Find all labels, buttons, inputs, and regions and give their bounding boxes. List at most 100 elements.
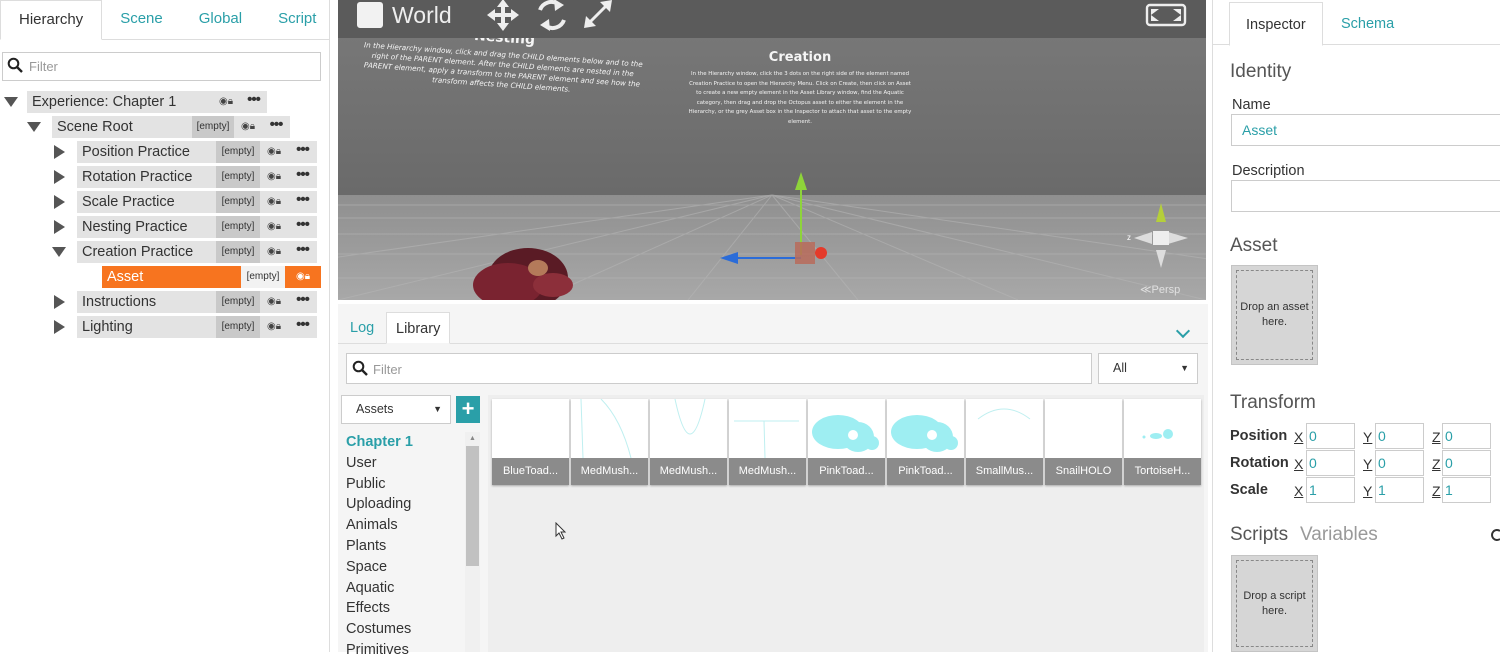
asset-card[interactable]: MedMush... [650, 399, 727, 485]
visibility-lock-icon[interactable]: ◉🔒︎ [234, 116, 262, 138]
visibility-lock-icon[interactable]: ◉🔒︎ [260, 191, 288, 213]
tree-row-nesting-practice[interactable]: Nesting Practice [empty] ◉🔒︎ ••• [0, 216, 330, 238]
tree-row-scale-practice[interactable]: Scale Practice [empty] ◉🔒︎ ••• [0, 191, 330, 213]
tab-library[interactable]: Library [386, 312, 451, 344]
category-scrollbar[interactable]: ▲ [465, 432, 480, 652]
tree-item-label[interactable]: Scene Root [52, 116, 192, 138]
category-item[interactable]: Chapter 1 [346, 432, 464, 453]
more-options-icon[interactable]: ••• [288, 141, 317, 163]
name-field[interactable]: Asset [1231, 114, 1500, 146]
tree-item-label[interactable]: Nesting Practice [77, 216, 216, 238]
more-options-icon[interactable]: ••• [262, 116, 290, 138]
tab-log[interactable]: Log [350, 312, 374, 344]
visibility-lock-icon[interactable]: ◉🔒︎ [260, 241, 288, 263]
category-item[interactable]: Space [346, 557, 464, 578]
visibility-lock-icon[interactable]: ◉🔒︎ [260, 166, 288, 188]
asset-card[interactable]: MedMush... [571, 399, 648, 485]
tab-global[interactable]: Global [181, 0, 260, 39]
add-asset-button[interactable]: + [456, 396, 480, 423]
visibility-lock-icon[interactable]: ◉🔒︎ [260, 291, 288, 313]
category-item[interactable]: Uploading [346, 494, 464, 515]
category-item[interactable]: Costumes [346, 619, 464, 640]
tree-item-label[interactable]: Asset [102, 266, 241, 288]
category-item[interactable]: Primitives [346, 640, 464, 661]
tree-item-label[interactable]: Position Practice [77, 141, 216, 163]
visibility-lock-icon[interactable]: ◉🔒︎ [212, 91, 240, 113]
tab-script[interactable]: Script [260, 0, 334, 39]
asset-type-select[interactable]: Assets ▼ [341, 395, 451, 424]
asset-drop-zone[interactable]: Drop an asset here. [1231, 265, 1318, 365]
position-y-input[interactable]: 0 [1375, 423, 1424, 449]
scale-y-input[interactable]: 1 [1375, 477, 1424, 503]
more-options-icon[interactable]: ••• [288, 216, 317, 238]
scroll-up-icon[interactable]: ▲ [469, 435, 476, 442]
more-options-icon[interactable]: ••• [288, 316, 317, 338]
tab-variables[interactable]: Variables [1300, 524, 1378, 546]
visibility-lock-icon[interactable]: ◉🔒︎ [285, 266, 321, 288]
asset-card[interactable]: PinkToad... [808, 399, 885, 485]
tree-item-label[interactable]: Instructions [77, 291, 216, 313]
category-item[interactable]: Aquatic [346, 578, 464, 599]
scope-select[interactable]: All ▼ [1098, 353, 1198, 384]
tab-inspector[interactable]: Inspector [1229, 2, 1323, 46]
tree-row-position-practice[interactable]: Position Practice [empty] ◉🔒︎ ••• [0, 141, 330, 163]
scale-x-input[interactable]: 1 [1306, 477, 1355, 503]
more-options-icon[interactable]: ••• [240, 91, 267, 113]
collapse-arrow-icon[interactable] [52, 247, 66, 257]
tree-row-experience[interactable]: Experience: Chapter 1 ◉🔒︎ ••• [0, 91, 330, 113]
category-item[interactable]: Animals [346, 515, 464, 536]
rotate-tool-icon[interactable] [534, 0, 570, 32]
category-item[interactable]: Effects [346, 598, 464, 619]
rotation-z-input[interactable]: 0 [1442, 450, 1491, 476]
asset-card[interactable]: TortoiseH... [1124, 399, 1201, 485]
category-item[interactable]: User [346, 453, 464, 474]
chevron-down-icon[interactable] [1175, 323, 1191, 339]
more-options-icon[interactable]: ••• [288, 191, 317, 213]
world-checkbox[interactable] [357, 2, 383, 28]
position-x-input[interactable]: 0 [1306, 423, 1355, 449]
expand-arrow-icon[interactable] [54, 295, 65, 309]
visibility-lock-icon[interactable]: ◉🔒︎ [260, 141, 288, 163]
refresh-icon[interactable] [1491, 528, 1500, 542]
category-item[interactable]: Plants [346, 536, 464, 557]
rotation-x-input[interactable]: 0 [1306, 450, 1355, 476]
asset-card[interactable]: SnailHOLO [1045, 399, 1122, 485]
description-field[interactable] [1231, 180, 1500, 212]
expand-arrow-icon[interactable] [54, 195, 65, 209]
tab-hierarchy[interactable]: Hierarchy [0, 0, 103, 40]
fullscreen-icon[interactable] [1144, 2, 1188, 28]
hierarchy-filter-input[interactable]: Filter [2, 52, 321, 81]
tree-row-scene-root[interactable]: Scene Root [empty] ◉🔒︎ ••• [0, 116, 330, 138]
expand-arrow-icon[interactable] [54, 220, 65, 234]
scene-viewport[interactable]: Nesting In the Hierarchy window, click a… [338, 0, 1206, 300]
expand-arrow-icon[interactable] [54, 320, 65, 334]
tab-scene[interactable]: Scene [102, 0, 181, 39]
tree-item-label[interactable]: Scale Practice [77, 191, 216, 213]
tab-scripts[interactable]: Scripts [1230, 524, 1288, 546]
expand-arrow-icon[interactable] [54, 170, 65, 184]
tree-row-rotation-practice[interactable]: Rotation Practice [empty] ◉🔒︎ ••• [0, 166, 330, 188]
asset-card[interactable]: BlueToad... [492, 399, 569, 485]
scale-z-input[interactable]: 1 [1442, 477, 1491, 503]
category-item[interactable]: Public [346, 474, 464, 495]
asset-card[interactable]: PinkToad... [887, 399, 964, 485]
scrollbar-thumb[interactable] [466, 446, 479, 566]
more-options-icon[interactable]: ••• [288, 166, 317, 188]
tab-schema[interactable]: Schema [1341, 2, 1394, 46]
tree-item-label[interactable]: Lighting [77, 316, 216, 338]
tree-row-asset-selected[interactable]: Asset [empty] ◉🔒︎ [0, 266, 330, 288]
script-drop-zone[interactable]: Drop a script here. [1231, 555, 1318, 652]
asset-card[interactable]: MedMush... [729, 399, 806, 485]
tree-item-label[interactable]: Creation Practice [77, 241, 216, 263]
position-z-input[interactable]: 0 [1442, 423, 1491, 449]
more-options-icon[interactable]: ••• [288, 291, 317, 313]
visibility-lock-icon[interactable]: ◉🔒︎ [260, 216, 288, 238]
library-filter-input[interactable]: Filter [346, 353, 1092, 384]
scale-tool-icon[interactable] [582, 0, 614, 30]
asset-card[interactable]: SmallMus... [966, 399, 1043, 485]
visibility-lock-icon[interactable]: ◉🔒︎ [260, 316, 288, 338]
tree-item-label[interactable]: Rotation Practice [77, 166, 216, 188]
tree-row-creation-practice[interactable]: Creation Practice [empty] ◉🔒︎ ••• [0, 241, 330, 263]
tree-row-lighting[interactable]: Lighting [empty] ◉🔒︎ ••• [0, 316, 330, 338]
perspective-toggle[interactable]: ≪Persp [1140, 283, 1180, 296]
